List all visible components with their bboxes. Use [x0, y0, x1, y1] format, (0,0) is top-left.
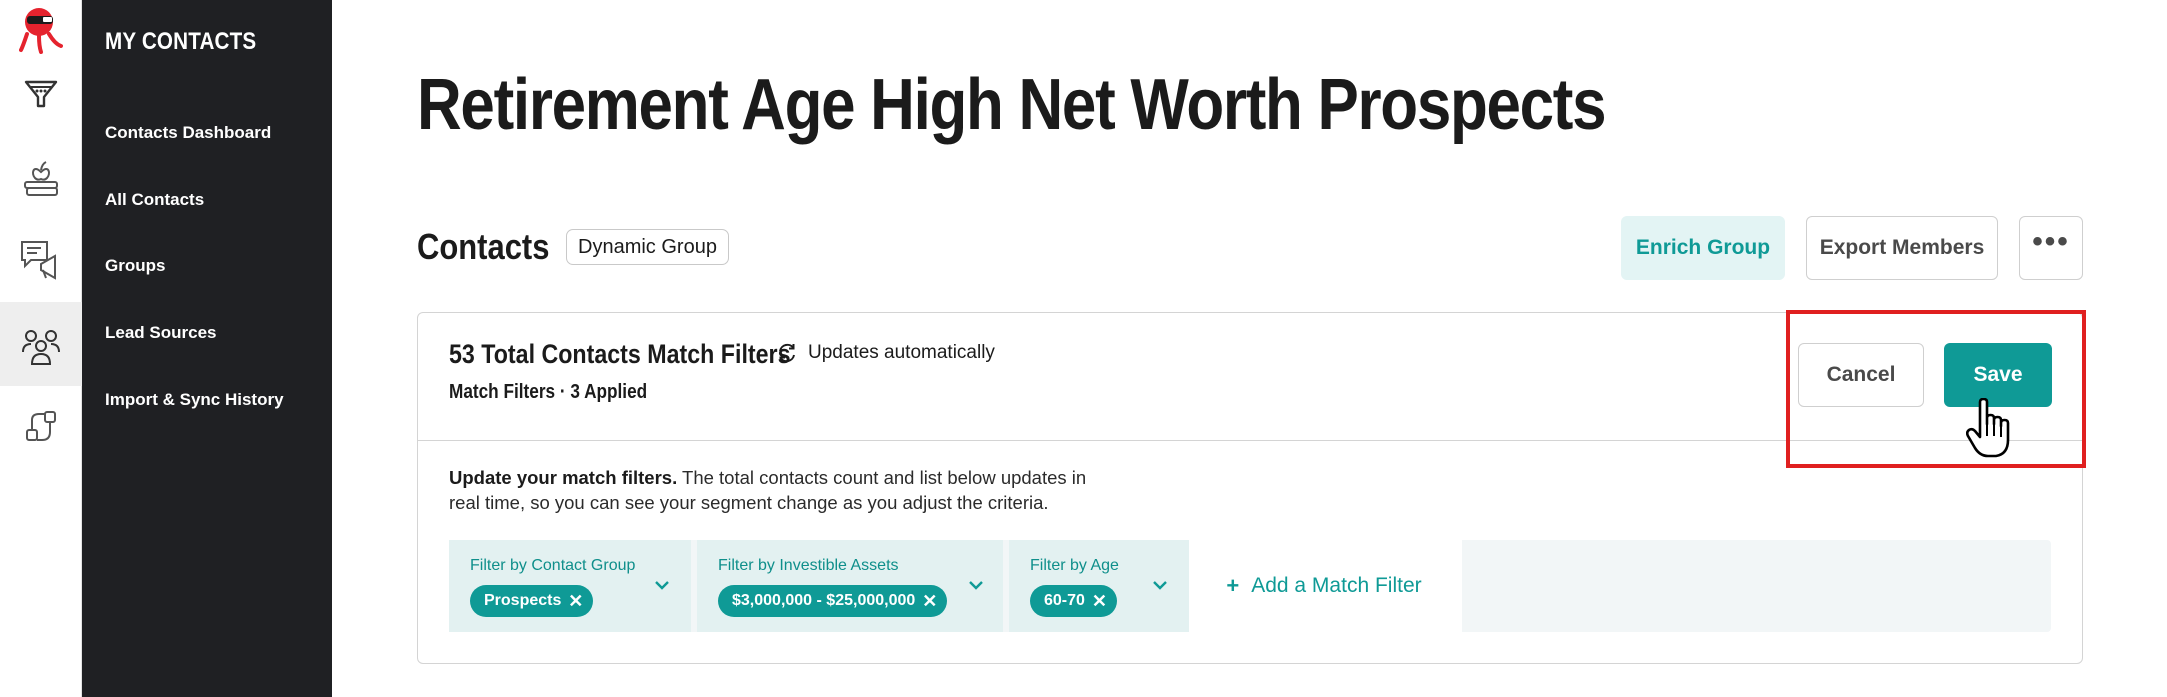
filter-description-lead: Update your match filters. — [449, 467, 678, 488]
funnel-icon — [24, 80, 58, 108]
filter-chip-label: 60-70 — [1044, 592, 1085, 609]
rail-contacts[interactable] — [0, 302, 82, 386]
remove-chip-icon[interactable]: ✕ — [922, 585, 937, 617]
app-logo[interactable] — [0, 0, 82, 60]
refresh-icon — [779, 343, 795, 363]
filter-chip[interactable]: $3,000,000 - $25,000,000 ✕ — [718, 585, 948, 617]
filter-row: Filter by Contact Group Prospects ✕ Filt… — [449, 540, 2051, 632]
chevron-down-icon[interactable] — [967, 576, 985, 594]
filter-contact-group[interactable]: Filter by Contact Group Prospects ✕ — [449, 540, 691, 632]
filter-chip-label: Prospects — [484, 592, 562, 609]
hand-pointer-icon — [1966, 398, 2010, 458]
ninja-logo-icon — [19, 8, 63, 54]
rail-integrations[interactable] — [0, 386, 82, 470]
filter-description: Update your match filters. The total con… — [449, 465, 1089, 515]
sidebar: MY CONTACTS Contacts Dashboard All Conta… — [82, 0, 332, 697]
highlight-box — [1786, 310, 2086, 468]
filter-chip[interactable]: Prospects ✕ — [470, 585, 594, 617]
icon-rail — [0, 0, 82, 697]
rail-education[interactable] — [0, 134, 82, 218]
filter-investible-assets[interactable]: Filter by Investible Assets $3,000,000 -… — [697, 540, 1003, 632]
add-match-filter-label: Add a Match Filter — [1251, 574, 1422, 597]
auto-update-indicator: Updates automatically — [776, 342, 995, 364]
remove-chip-icon[interactable]: ✕ — [1092, 585, 1107, 617]
rail-funnel[interactable] — [0, 52, 82, 136]
more-options-button[interactable]: ••• — [2019, 216, 2083, 280]
plug-integrations-icon — [26, 411, 56, 441]
rail-marketing[interactable] — [0, 218, 82, 302]
dynamic-group-badge: Dynamic Group — [566, 229, 729, 265]
chat-megaphone-icon — [21, 241, 56, 280]
export-members-button[interactable]: Export Members — [1806, 216, 1998, 280]
sidebar-item-import-sync-history[interactable]: Import & Sync History — [105, 390, 284, 410]
filter-chip-label: $3,000,000 - $25,000,000 — [732, 592, 916, 609]
add-match-filter-button[interactable]: + Add a Match Filter — [1189, 540, 1459, 632]
sidebar-item-lead-sources[interactable]: Lead Sources — [105, 323, 217, 343]
section-title: Contacts — [417, 226, 550, 267]
filter-label: Filter by Age — [1030, 557, 1119, 574]
page-title: Retirement Age High Net Worth Prospects — [417, 65, 1607, 145]
filter-label: Filter by Investible Assets — [718, 557, 899, 574]
plus-icon: + — [1226, 573, 1240, 598]
filter-separator — [1459, 540, 1462, 632]
sidebar-item-all-contacts[interactable]: All Contacts — [105, 190, 204, 210]
filter-chip[interactable]: 60-70 ✕ — [1030, 585, 1117, 617]
remove-chip-icon[interactable]: ✕ — [568, 585, 583, 617]
chevron-down-icon[interactable] — [653, 576, 671, 594]
filter-age[interactable]: Filter by Age 60-70 ✕ — [1009, 540, 1189, 632]
filter-label: Filter by Contact Group — [470, 557, 636, 574]
match-filters-count: Match Filters · 3 Applied — [449, 381, 648, 403]
enrich-group-button[interactable]: Enrich Group — [1621, 216, 1785, 280]
chevron-down-icon[interactable] — [1151, 576, 1169, 594]
apple-books-icon — [24, 161, 58, 196]
sidebar-item-contacts-dashboard[interactable]: Contacts Dashboard — [105, 123, 271, 143]
updates-label: Updates automatically — [808, 342, 995, 363]
total-contacts-title: 53 Total Contacts Match Filters — [449, 339, 791, 369]
contacts-people-icon — [22, 330, 60, 365]
sidebar-item-groups[interactable]: Groups — [105, 256, 165, 276]
sidebar-title: MY CONTACTS — [105, 28, 257, 55]
